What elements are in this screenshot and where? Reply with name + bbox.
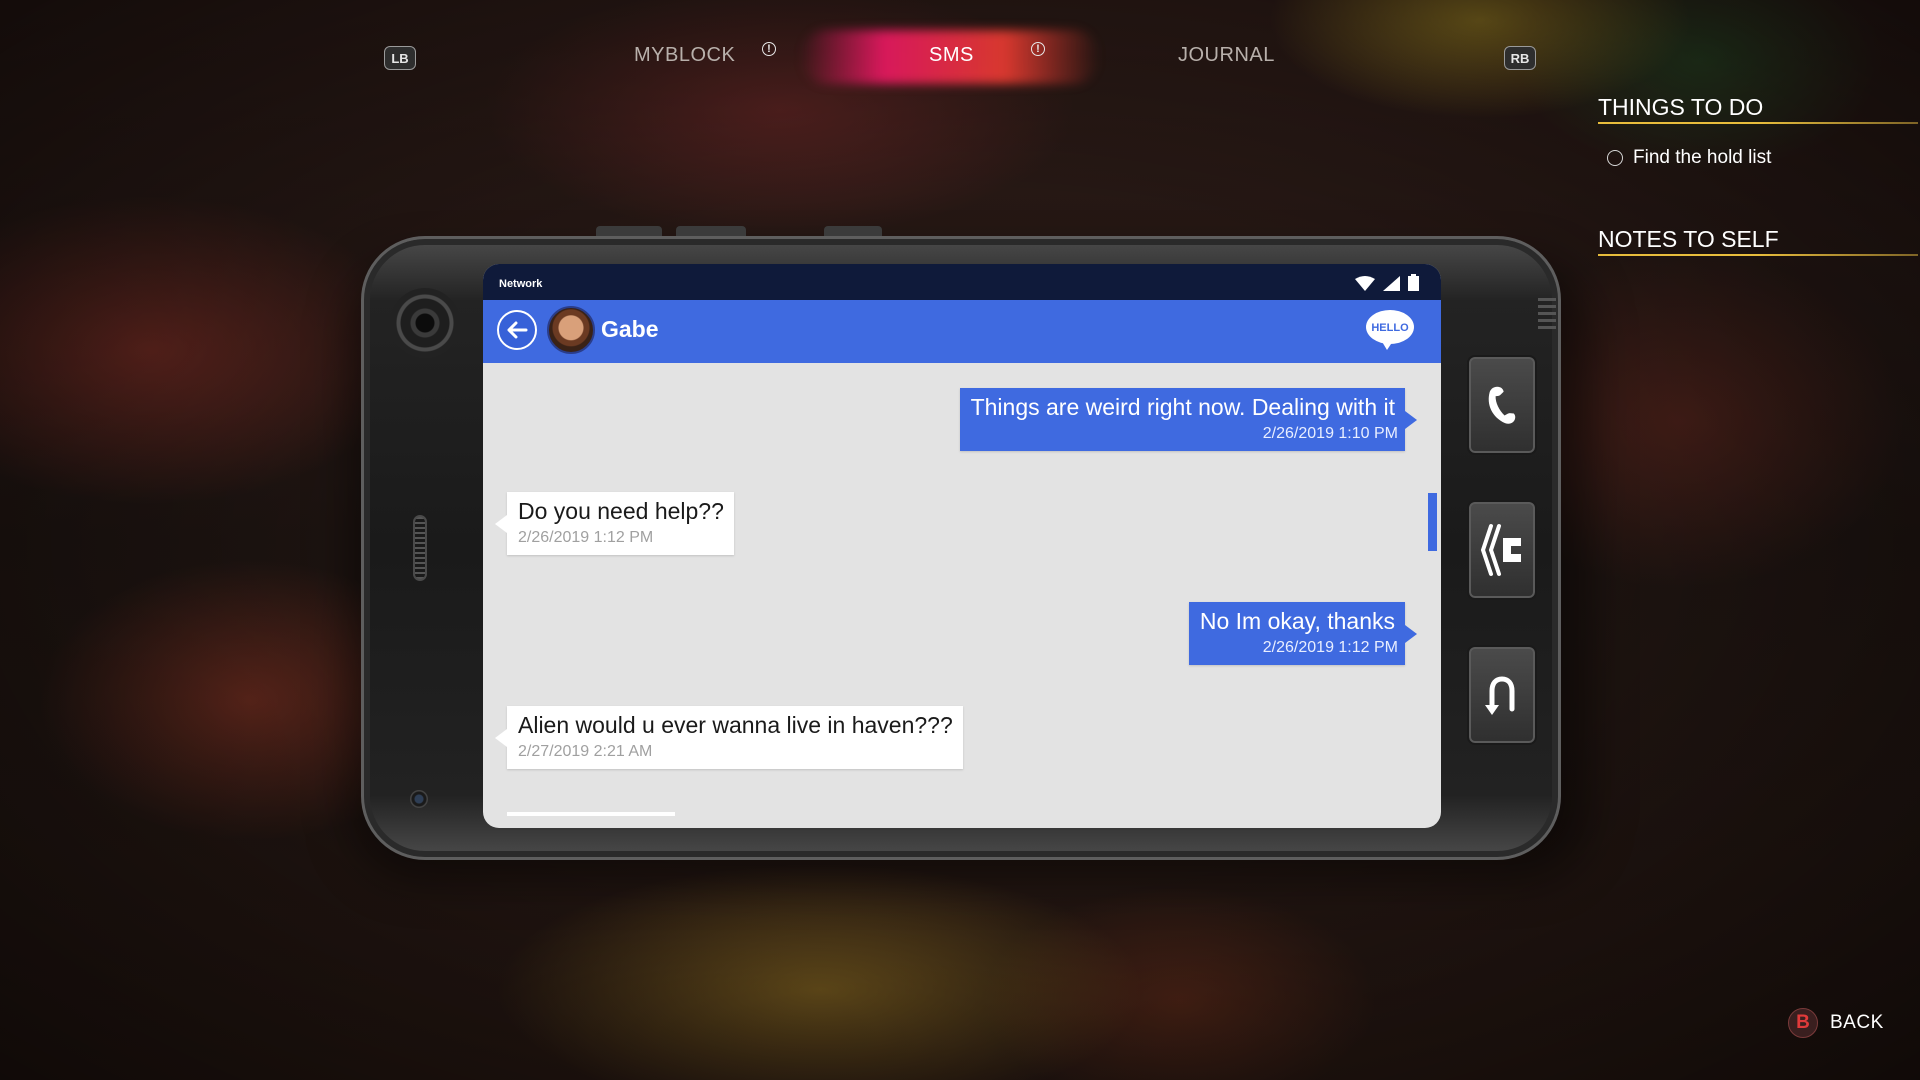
back-label: BACK (1830, 1012, 1884, 1033)
message-text: No Im okay, thanks (1199, 608, 1395, 634)
back-prompt[interactable]: B BACK (1788, 1008, 1884, 1038)
message-list[interactable]: Things are weird right now. Dealing with… (483, 363, 1441, 828)
phone-screen: Network Gabe HELLO Things are weird righ… (483, 264, 1441, 828)
message-timestamp: 2/26/2019 1:12 PM (518, 529, 654, 546)
tab-journal[interactable]: JOURNAL (1178, 44, 1275, 67)
undo-icon (1485, 676, 1515, 715)
things-to-do-divider (1598, 122, 1918, 124)
things-to-do-heading: THINGS TO DO (1598, 94, 1764, 120)
speaker-grill (413, 515, 427, 581)
tab-myblock[interactable]: MYBLOCK (634, 44, 735, 67)
message-text: Do you need help?? (518, 498, 724, 524)
back-arrow-button[interactable] (497, 310, 537, 350)
task-item[interactable]: Find the hold list (1607, 147, 1771, 169)
message-timestamp: 2/26/2019 1:10 PM (1262, 425, 1398, 442)
message-timestamp: 2/26/2019 1:12 PM (1262, 639, 1398, 656)
notes-divider (1598, 254, 1918, 256)
network-label: Network (499, 278, 543, 290)
battery-icon (1408, 274, 1419, 291)
hang-up-button[interactable] (1467, 645, 1537, 745)
message-bubble-incoming: Alien would u ever wanna live in haven??… (495, 706, 963, 769)
message-bubble-incoming: Do you need help?? 2/26/2019 1:12 PM (495, 492, 734, 555)
notes-to-self-heading: NOTES TO SELF (1598, 226, 1779, 252)
lock-icon (1480, 524, 1521, 576)
scroll-indicator[interactable] (1428, 493, 1437, 551)
contact-avatar[interactable] (547, 306, 595, 354)
sensor-icon (410, 790, 428, 808)
lb-bumper-icon[interactable]: LB (384, 46, 416, 70)
myblock-alert-icon: ! (762, 42, 776, 56)
task-label: Find the hold list (1633, 147, 1772, 168)
rb-bumper-icon[interactable]: RB (1504, 46, 1536, 70)
side-vent (1538, 298, 1556, 332)
phone-call-icon (1488, 386, 1516, 424)
b-button-icon: B (1788, 1008, 1818, 1038)
task-checkbox-icon[interactable] (1607, 150, 1623, 166)
back-arrow-icon (507, 321, 528, 339)
partial-message-bubble (507, 812, 675, 816)
camera-lens-icon (390, 288, 460, 358)
message-text: Alien would u ever wanna live in haven??… (518, 712, 953, 738)
status-bar: Network (483, 264, 1441, 300)
hello-speech-bubble-icon[interactable]: HELLO (1365, 309, 1415, 351)
status-icons (1355, 274, 1419, 291)
wifi-icon (1355, 276, 1375, 291)
contact-name: Gabe (601, 316, 659, 342)
sms-alert-icon: ! (1031, 42, 1045, 56)
tab-sms[interactable]: SMS (929, 44, 974, 67)
call-button[interactable] (1467, 355, 1537, 455)
conversation-header: Gabe HELLO (483, 300, 1441, 363)
message-bubble-outgoing: No Im okay, thanks 2/26/2019 1:12 PM (1188, 602, 1418, 665)
lock-button[interactable] (1467, 500, 1537, 600)
signal-icon (1383, 276, 1400, 291)
message-text: Things are weird right now. Dealing with… (970, 394, 1395, 420)
message-bubble-outgoing: Things are weird right now. Dealing with… (959, 388, 1418, 451)
message-timestamp: 2/27/2019 2:21 AM (518, 743, 653, 760)
hello-badge-text: HELLO (1371, 322, 1409, 334)
